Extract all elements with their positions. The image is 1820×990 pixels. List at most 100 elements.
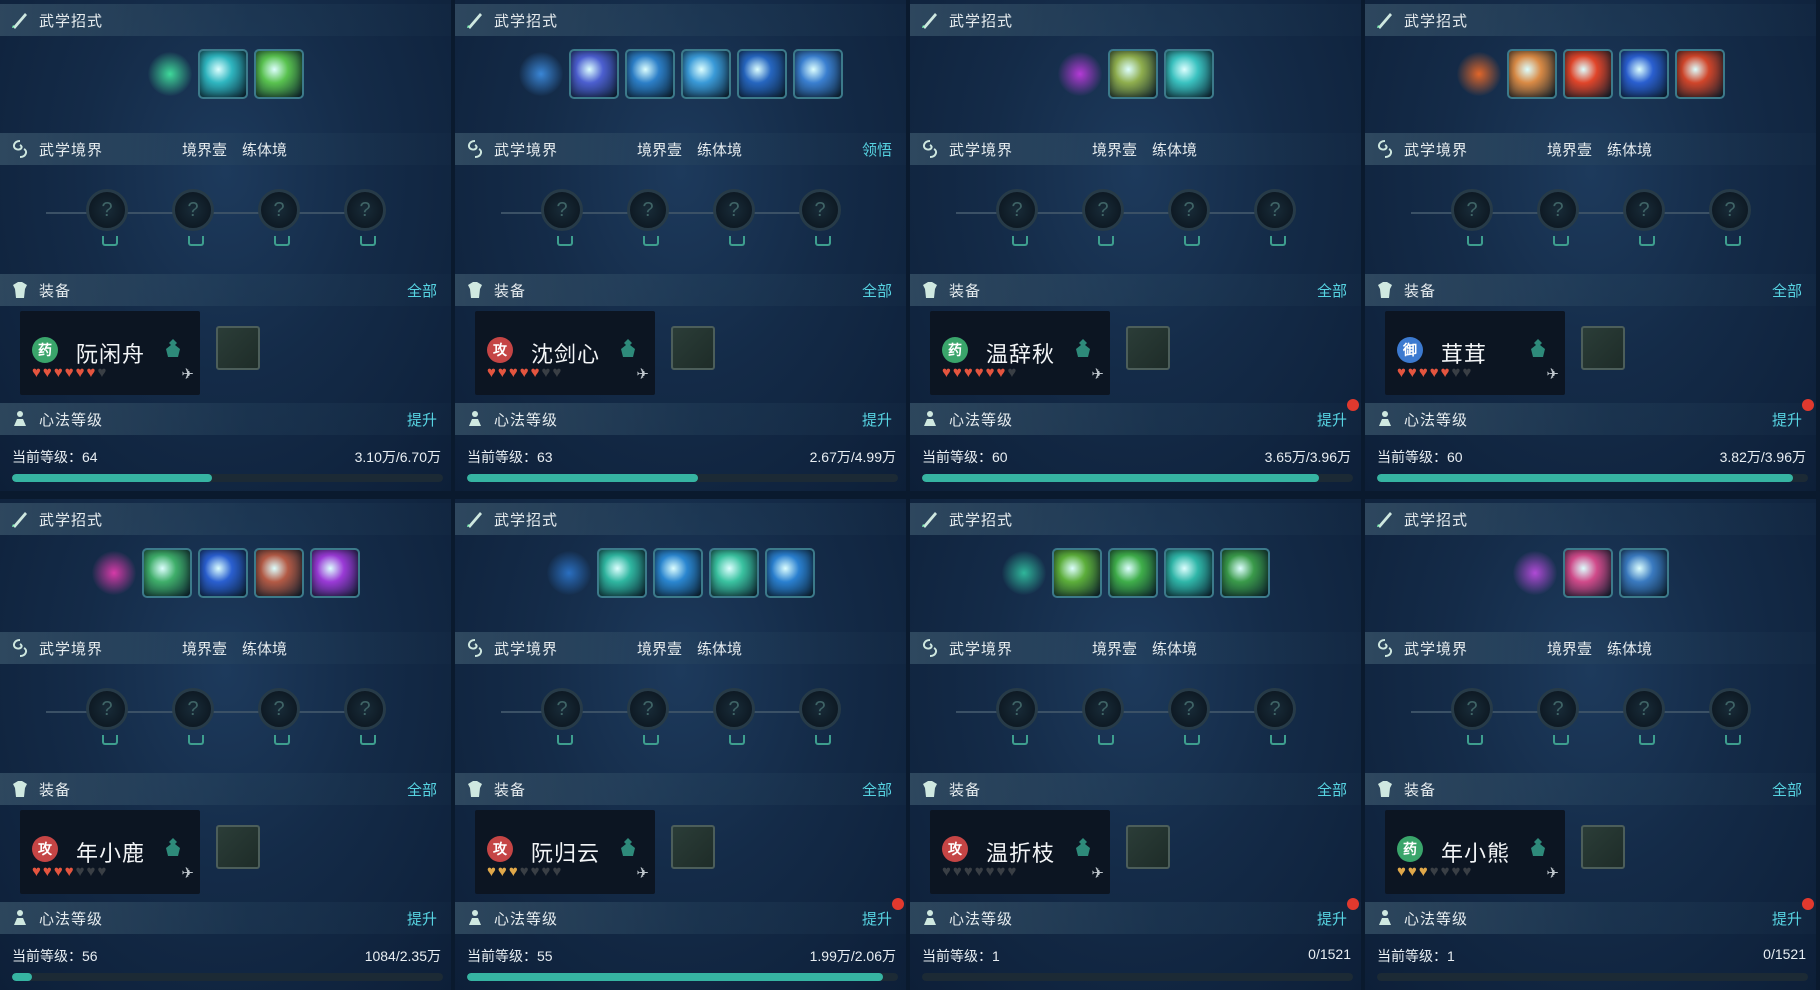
realm-node[interactable]: ? bbox=[258, 688, 300, 745]
equipment-slot[interactable] bbox=[671, 326, 715, 370]
equipment-slot[interactable] bbox=[671, 825, 715, 869]
skill-icon[interactable] bbox=[309, 548, 360, 598]
realm-node[interactable]: ? bbox=[996, 688, 1038, 745]
character-card[interactable]: 御 茸茸 ♥ ♥ ♥ ♥ ♥ ♥ ♥ ✈ bbox=[1385, 311, 1565, 395]
realm-node[interactable]: ? bbox=[86, 189, 128, 246]
main-skill-icon[interactable] bbox=[91, 551, 136, 595]
skill-icon[interactable] bbox=[197, 49, 248, 99]
upgrade-link[interactable]: 提升 bbox=[407, 908, 437, 929]
skill-icon[interactable] bbox=[253, 49, 304, 99]
skill-icon[interactable] bbox=[652, 548, 703, 598]
skill-icon[interactable] bbox=[708, 548, 759, 598]
realm-node[interactable]: ? bbox=[713, 189, 755, 246]
all-link[interactable]: 全部 bbox=[862, 280, 892, 301]
realm-node[interactable]: ? bbox=[799, 189, 841, 246]
skill-icon[interactable] bbox=[1506, 49, 1557, 99]
realm-node[interactable]: ? bbox=[1709, 189, 1751, 246]
realm-node[interactable]: ? bbox=[541, 688, 583, 745]
skill-icon[interactable] bbox=[1051, 548, 1102, 598]
all-link[interactable]: 全部 bbox=[1772, 280, 1802, 301]
equipment-slot[interactable] bbox=[1126, 326, 1170, 370]
realm-node[interactable]: ? bbox=[1168, 189, 1210, 246]
realm-node[interactable]: ? bbox=[1082, 688, 1124, 745]
upgrade-link[interactable]: 提升 bbox=[1317, 908, 1347, 929]
character-card[interactable]: 攻 阮归云 ♥ ♥ ♥ ♥ ♥ ♥ ♥ ✈ bbox=[475, 810, 655, 894]
realm-node[interactable]: ? bbox=[1082, 189, 1124, 246]
skill-icon[interactable] bbox=[596, 548, 647, 598]
all-link[interactable]: 全部 bbox=[407, 779, 437, 800]
skill-icon[interactable] bbox=[1618, 49, 1669, 99]
realm-node[interactable]: ? bbox=[172, 688, 214, 745]
skill-icon[interactable] bbox=[1562, 49, 1613, 99]
realm-node[interactable]: ? bbox=[1537, 189, 1579, 246]
main-skill-icon[interactable] bbox=[1001, 551, 1046, 595]
skill-icon[interactable] bbox=[1107, 548, 1158, 598]
character-card[interactable]: 药 年小熊 ♥ ♥ ♥ ♥ ♥ ♥ ♥ ✈ bbox=[1385, 810, 1565, 894]
upgrade-link[interactable]: 提升 bbox=[862, 908, 892, 929]
character-card[interactable]: 药 温辞秋 ♥ ♥ ♥ ♥ ♥ ♥ ♥ ✈ bbox=[930, 311, 1110, 395]
upgrade-link[interactable]: 提升 bbox=[1772, 908, 1802, 929]
realm-node[interactable]: ? bbox=[258, 189, 300, 246]
realm-node[interactable]: ? bbox=[1623, 189, 1665, 246]
realm-node[interactable]: ? bbox=[1254, 189, 1296, 246]
all-link[interactable]: 全部 bbox=[407, 280, 437, 301]
realm-node[interactable]: ? bbox=[1537, 688, 1579, 745]
skill-icon[interactable] bbox=[1163, 49, 1214, 99]
all-link[interactable]: 全部 bbox=[1317, 280, 1347, 301]
realm-node[interactable]: ? bbox=[344, 688, 386, 745]
skill-icon[interactable] bbox=[1219, 548, 1270, 598]
main-skill-icon[interactable] bbox=[1456, 52, 1501, 96]
realm-node[interactable]: ? bbox=[627, 189, 669, 246]
skill-icon[interactable] bbox=[1562, 548, 1613, 598]
skill-icon[interactable] bbox=[1107, 49, 1158, 99]
skill-icon[interactable] bbox=[1163, 548, 1214, 598]
main-skill-icon[interactable] bbox=[518, 52, 563, 96]
character-card[interactable]: 攻 年小鹿 ♥ ♥ ♥ ♥ ♥ ♥ ♥ ✈ bbox=[20, 810, 200, 894]
realm-node[interactable]: ? bbox=[1451, 688, 1493, 745]
realm-node[interactable]: ? bbox=[1623, 688, 1665, 745]
skill-icon[interactable] bbox=[792, 49, 843, 99]
realm-node[interactable]: ? bbox=[1254, 688, 1296, 745]
skill-icon[interactable] bbox=[624, 49, 675, 99]
character-card[interactable]: 攻 温折枝 ♥ ♥ ♥ ♥ ♥ ♥ ♥ ✈ bbox=[930, 810, 1110, 894]
main-skill-icon[interactable] bbox=[1057, 52, 1102, 96]
realm-node[interactable]: ? bbox=[1451, 189, 1493, 246]
realm-node[interactable]: ? bbox=[1168, 688, 1210, 745]
equipment-slot[interactable] bbox=[1581, 825, 1625, 869]
character-card[interactable]: 药 阮闲舟 ♥ ♥ ♥ ♥ ♥ ♥ ♥ ✈ bbox=[20, 311, 200, 395]
realm-node[interactable]: ? bbox=[799, 688, 841, 745]
main-skill-icon[interactable] bbox=[1512, 551, 1557, 595]
realm-node[interactable]: ? bbox=[172, 189, 214, 246]
equipment-slot[interactable] bbox=[1126, 825, 1170, 869]
main-skill-icon[interactable] bbox=[546, 551, 591, 595]
skill-icon[interactable] bbox=[141, 548, 192, 598]
equipment-slot[interactable] bbox=[216, 326, 260, 370]
all-link[interactable]: 全部 bbox=[1772, 779, 1802, 800]
equipment-slot[interactable] bbox=[1581, 326, 1625, 370]
realm-node[interactable]: ? bbox=[996, 189, 1038, 246]
realm-node[interactable]: ? bbox=[713, 688, 755, 745]
equipment-slot[interactable] bbox=[216, 825, 260, 869]
main-skill-icon[interactable] bbox=[147, 52, 192, 96]
comprehend-link[interactable]: 领悟 bbox=[862, 139, 892, 160]
upgrade-link[interactable]: 提升 bbox=[1772, 409, 1802, 430]
skill-icon[interactable] bbox=[764, 548, 815, 598]
all-link[interactable]: 全部 bbox=[1317, 779, 1347, 800]
upgrade-link[interactable]: 提升 bbox=[1317, 409, 1347, 430]
realm-node[interactable]: ? bbox=[541, 189, 583, 246]
skill-icon[interactable] bbox=[1674, 49, 1725, 99]
upgrade-link[interactable]: 提升 bbox=[407, 409, 437, 430]
skill-icon[interactable] bbox=[1618, 548, 1669, 598]
upgrade-link[interactable]: 提升 bbox=[862, 409, 892, 430]
realm-node[interactable]: ? bbox=[86, 688, 128, 745]
realm-node[interactable]: ? bbox=[627, 688, 669, 745]
skill-icon[interactable] bbox=[680, 49, 731, 99]
skill-icon[interactable] bbox=[197, 548, 248, 598]
realm-node[interactable]: ? bbox=[1709, 688, 1751, 745]
skill-icon[interactable] bbox=[736, 49, 787, 99]
skill-icon[interactable] bbox=[253, 548, 304, 598]
character-card[interactable]: 攻 沈剑心 ♥ ♥ ♥ ♥ ♥ ♥ ♥ ✈ bbox=[475, 311, 655, 395]
all-link[interactable]: 全部 bbox=[862, 779, 892, 800]
realm-node[interactable]: ? bbox=[344, 189, 386, 246]
skill-icon[interactable] bbox=[568, 49, 619, 99]
